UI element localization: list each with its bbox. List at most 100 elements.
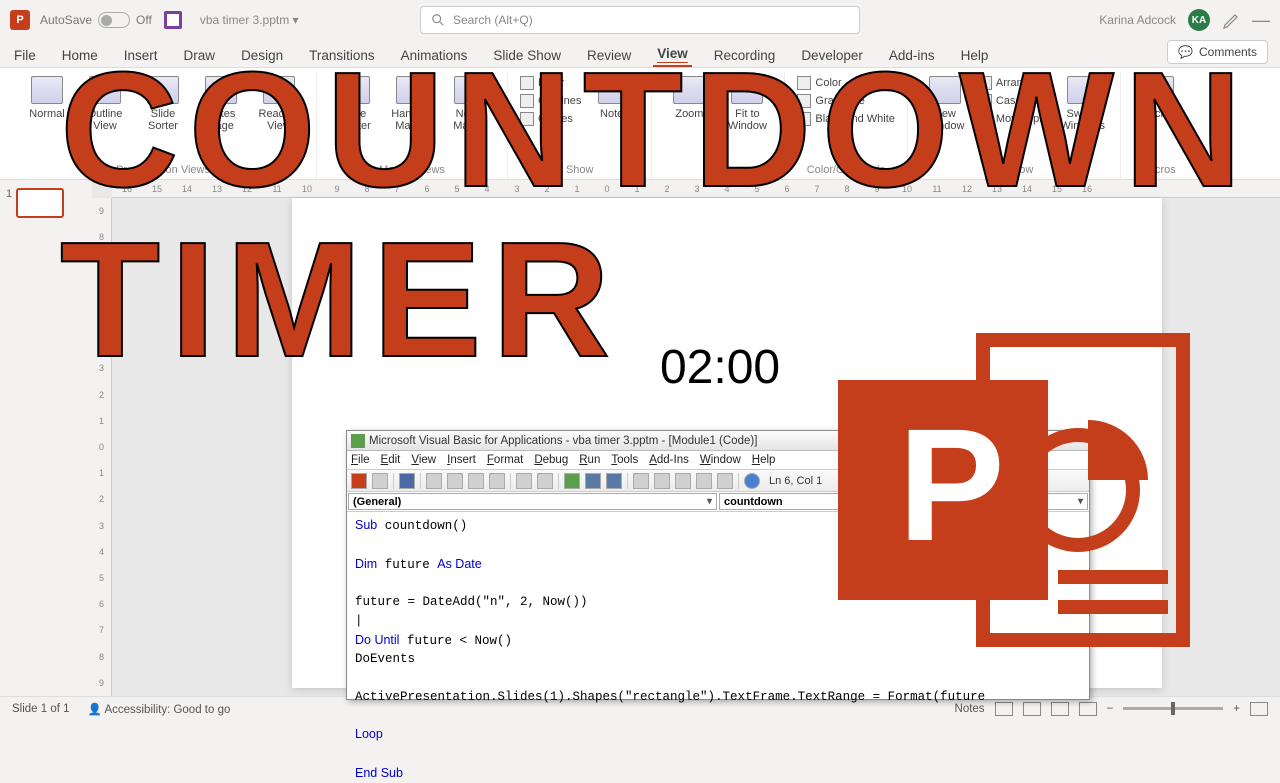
zoom-slider[interactable] bbox=[1123, 707, 1223, 710]
vba-menu-debug[interactable]: Debug bbox=[534, 454, 568, 466]
view-powerpoint-icon[interactable] bbox=[351, 473, 367, 489]
run-icon[interactable] bbox=[564, 473, 580, 489]
checkbox-icon bbox=[520, 112, 534, 126]
arrange-all-button[interactable]: Arrange All bbox=[978, 76, 1050, 90]
macros-icon bbox=[1142, 76, 1174, 104]
slide-sorter-icon bbox=[147, 76, 179, 104]
vba-title-text: Microsoft Visual Basic for Applications … bbox=[369, 435, 757, 447]
tab-file[interactable]: File bbox=[10, 44, 40, 67]
redo-icon[interactable] bbox=[537, 473, 553, 489]
group-color-grayscale: Color Grayscale Black and White Color/Gr… bbox=[785, 72, 907, 179]
switch-windows-icon bbox=[1067, 76, 1099, 104]
tab-home[interactable]: Home bbox=[58, 44, 102, 67]
zoom-out-icon[interactable]: − bbox=[1107, 703, 1114, 715]
tab-view[interactable]: View bbox=[653, 42, 692, 67]
group-window: New Window Arrange All Cascade Move Spli… bbox=[908, 72, 1121, 179]
document-filename[interactable]: vba timer 3.pptm ▾ bbox=[200, 13, 299, 27]
object-browser-icon[interactable] bbox=[696, 473, 712, 489]
notes-master-button[interactable]: Notes Master bbox=[445, 72, 495, 132]
macros-button[interactable]: Macros bbox=[1133, 72, 1183, 120]
guides-checkbox[interactable]: Guides bbox=[520, 112, 581, 126]
slide-sorter-button[interactable]: Slide Sorter bbox=[138, 72, 188, 132]
project-explorer-icon[interactable] bbox=[654, 473, 670, 489]
cut-icon[interactable] bbox=[426, 473, 442, 489]
color-button[interactable]: Color bbox=[797, 76, 894, 90]
notes-button[interactable]: Notes bbox=[589, 72, 639, 120]
vba-menu-format[interactable]: Format bbox=[487, 454, 523, 466]
tab-transitions[interactable]: Transitions bbox=[305, 44, 379, 67]
find-icon[interactable] bbox=[489, 473, 505, 489]
vba-menu-help[interactable]: Help bbox=[752, 454, 776, 466]
vba-menu-run[interactable]: Run bbox=[579, 454, 600, 466]
vba-menu-file[interactable]: File bbox=[351, 454, 370, 466]
new-window-icon bbox=[929, 76, 961, 104]
autosave-toggle[interactable]: AutoSave Off bbox=[40, 12, 152, 28]
slide-master-button[interactable]: Slide Master bbox=[329, 72, 379, 132]
ruler-checkbox[interactable]: Ruler bbox=[520, 76, 581, 90]
search-input[interactable]: Search (Alt+Q) bbox=[420, 6, 860, 34]
vba-menu-tools[interactable]: Tools bbox=[611, 454, 638, 466]
minimize-icon[interactable]: — bbox=[1252, 10, 1270, 31]
design-mode-icon[interactable] bbox=[633, 473, 649, 489]
copy-icon[interactable] bbox=[447, 473, 463, 489]
move-split-button[interactable]: Move Split bbox=[978, 112, 1050, 126]
vba-title-bar[interactable]: Microsoft Visual Basic for Applications … bbox=[347, 431, 1089, 451]
vba-menu-insert[interactable]: Insert bbox=[447, 454, 476, 466]
user-avatar[interactable]: KA bbox=[1188, 9, 1210, 31]
notes-page-button[interactable]: Notes Page bbox=[196, 72, 246, 132]
fit-window-button[interactable]: Fit to Window bbox=[722, 72, 772, 132]
vba-menu-window[interactable]: Window bbox=[700, 454, 741, 466]
handout-master-button[interactable]: Handout Master bbox=[387, 72, 437, 132]
reading-view-button[interactable]: Reading View bbox=[254, 72, 304, 132]
break-icon[interactable] bbox=[585, 473, 601, 489]
vba-menu-edit[interactable]: Edit bbox=[381, 454, 401, 466]
vba-menu-addins[interactable]: Add-Ins bbox=[649, 454, 689, 466]
properties-icon[interactable] bbox=[675, 473, 691, 489]
zoom-button[interactable]: Zoom bbox=[664, 72, 714, 120]
undo-icon[interactable] bbox=[516, 473, 532, 489]
cascade-button[interactable]: Cascade bbox=[978, 94, 1050, 108]
reset-icon[interactable] bbox=[606, 473, 622, 489]
notes-page-icon bbox=[205, 76, 237, 104]
help-icon[interactable] bbox=[744, 473, 760, 489]
save-icon[interactable] bbox=[399, 473, 415, 489]
tab-draw[interactable]: Draw bbox=[180, 44, 220, 67]
insert-module-icon[interactable] bbox=[372, 473, 388, 489]
zoom-in-icon[interactable]: + bbox=[1233, 703, 1240, 715]
tab-review[interactable]: Review bbox=[583, 44, 635, 67]
tab-animations[interactable]: Animations bbox=[397, 44, 472, 67]
bw-button[interactable]: Black and White bbox=[797, 112, 894, 126]
normal-view-button[interactable]: Normal bbox=[22, 72, 72, 120]
vba-code-editor[interactable]: Sub countdown() Dim future As Date futur… bbox=[347, 512, 1089, 783]
fit-icon[interactable] bbox=[1250, 702, 1268, 716]
toolbox-icon[interactable] bbox=[717, 473, 733, 489]
paste-icon[interactable] bbox=[468, 473, 484, 489]
new-window-button[interactable]: New Window bbox=[920, 72, 970, 132]
tab-help[interactable]: Help bbox=[957, 44, 993, 67]
save-icon[interactable] bbox=[164, 11, 182, 29]
gridlines-checkbox[interactable]: Gridlines bbox=[520, 94, 581, 108]
tab-addins[interactable]: Add-ins bbox=[885, 44, 939, 67]
tab-insert[interactable]: Insert bbox=[120, 44, 162, 67]
group-label: Zoom bbox=[704, 161, 732, 179]
vba-editor-window[interactable]: Microsoft Visual Basic for Applications … bbox=[346, 430, 1090, 700]
tab-design[interactable]: Design bbox=[237, 44, 287, 67]
vba-procedure-combo[interactable]: countdown bbox=[719, 493, 1088, 510]
horizontal-ruler: 1615141312111098765432101234567891011121… bbox=[112, 180, 1280, 198]
vba-object-combo[interactable]: (General) bbox=[348, 493, 717, 510]
tab-developer[interactable]: Developer bbox=[797, 44, 867, 67]
autosave-label: AutoSave bbox=[40, 13, 92, 27]
pen-icon[interactable] bbox=[1222, 11, 1240, 29]
outline-view-button[interactable]: Outline View bbox=[80, 72, 130, 132]
outline-view-icon bbox=[89, 76, 121, 104]
vba-menu-view[interactable]: View bbox=[411, 454, 436, 466]
accessibility-status[interactable]: 👤 Accessibility: Good to go bbox=[88, 702, 231, 716]
switch-windows-button[interactable]: Switch Windows bbox=[1058, 72, 1108, 132]
slide-thumbnail-1[interactable] bbox=[16, 188, 64, 218]
tab-slideshow[interactable]: Slide Show bbox=[489, 44, 565, 67]
toggle-off-icon[interactable] bbox=[98, 12, 130, 28]
slide-master-icon bbox=[338, 76, 370, 104]
comments-button[interactable]: 💬 Comments bbox=[1167, 40, 1268, 64]
tab-recording[interactable]: Recording bbox=[710, 44, 780, 67]
grayscale-button[interactable]: Grayscale bbox=[797, 94, 894, 108]
